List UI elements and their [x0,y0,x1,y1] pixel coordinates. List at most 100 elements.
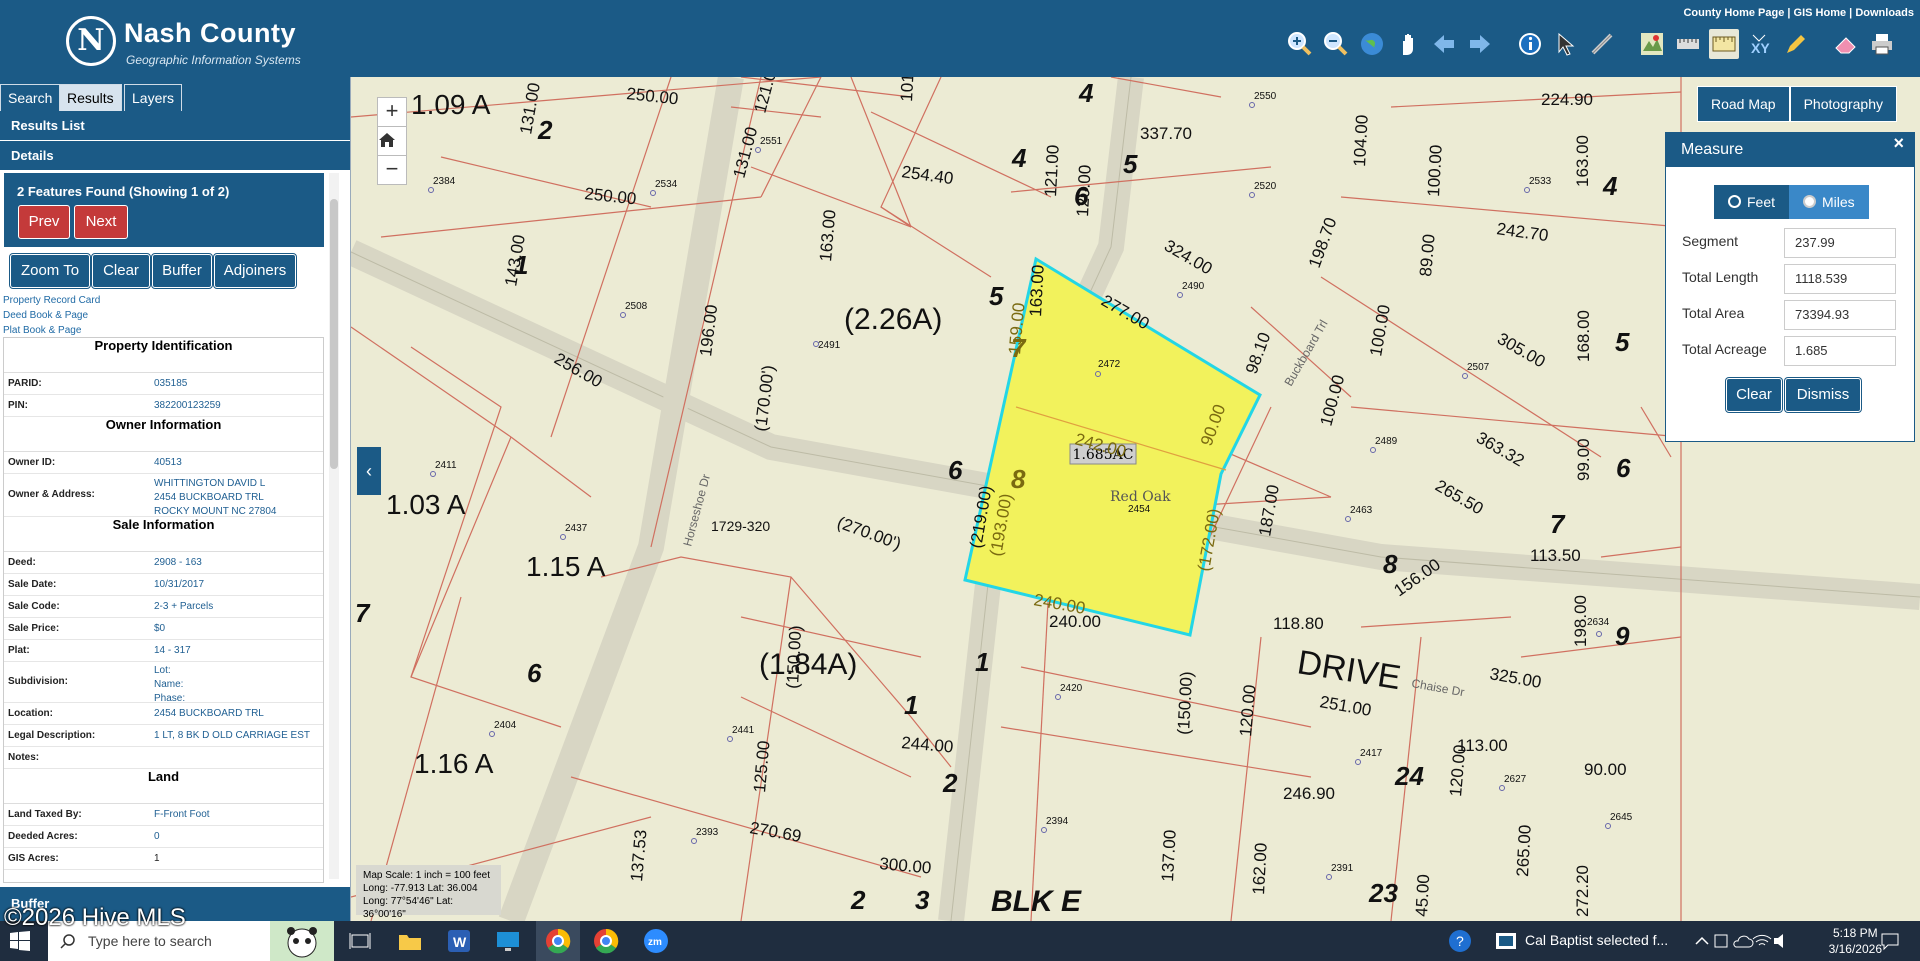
notification-text[interactable]: Cal Baptist selected f... [1525,932,1668,948]
owner-street: 2454 BUCKBOARD TRL [154,492,264,503]
identify-info-icon[interactable] [1515,29,1545,59]
downloads-link[interactable]: Downloads [1855,7,1914,19]
file-explorer-icon[interactable] [396,927,424,955]
svg-text:3: 3 [915,885,930,915]
plat-book-link[interactable]: Plat Book & Page [3,325,81,336]
property-record-card-link[interactable]: Property Record Card [3,295,100,306]
svg-text:7: 7 [355,598,371,628]
svg-text:5: 5 [1123,149,1138,179]
measure-icon[interactable] [1709,29,1739,59]
plat-value[interactable]: 14 - 317 [154,645,191,656]
map-legend-icon[interactable] [1637,29,1667,59]
svg-text:8: 8 [1383,549,1398,579]
details-scrollbar[interactable] [329,173,339,879]
lat-long-decimal: Long: -77.913 Lat: 36.004 [363,883,478,894]
notification-app-icon[interactable] [1492,927,1520,955]
clock[interactable]: 5:18 PM 3/16/2026 [1829,925,1882,957]
total-area-field[interactable]: 73394.93 [1784,300,1896,330]
miles-radio[interactable]: Miles [1789,185,1869,219]
scrollbar-thumb[interactable] [330,199,338,469]
svg-text:2490: 2490 [1182,281,1205,292]
back-arrow-icon[interactable] [1429,29,1459,59]
detail-row: Plat: 14 - 317 [4,640,323,662]
svg-text:2645: 2645 [1610,812,1633,823]
total-length-label: Total Length [1682,269,1759,285]
pencil-icon[interactable] [1781,29,1811,59]
tab-search[interactable]: Search [0,84,61,111]
deeded-acres-value: 0 [154,831,160,842]
draw-line-icon[interactable] [1587,29,1617,59]
measure-clear-button[interactable]: Clear [1726,378,1782,412]
parid-value[interactable]: 035185 [154,378,187,389]
owner-city: ROCKY MOUNT NC 27804 [154,506,277,517]
acre-label: 1.15 A [526,551,606,582]
zoom-out-button[interactable]: − [377,155,407,185]
zoom-in-icon[interactable] [1285,29,1315,59]
next-button[interactable]: Next [74,205,128,239]
windows-start-icon[interactable] [10,931,30,951]
buffer-button[interactable]: Buffer [152,254,212,288]
owner-id-value[interactable]: 40513 [154,457,182,468]
close-icon[interactable]: × [1893,133,1904,154]
zoom-app-icon[interactable]: zm [642,927,670,955]
svg-text:6: 6 [948,455,963,485]
task-view-icon[interactable] [346,927,374,955]
zoom-to-button[interactable]: Zoom To [10,254,90,288]
svg-text:2384: 2384 [433,176,456,187]
svg-text:137.00: 137.00 [1158,829,1180,882]
deed-value[interactable]: 2908 - 163 [154,557,202,568]
svg-text:2454: 2454 [1128,504,1151,515]
tab-results[interactable]: Results [59,84,122,111]
road-map-button[interactable]: Road Map [1697,86,1790,122]
zoom-out-icon[interactable] [1321,29,1351,59]
chrome-profile-icon[interactable] [592,927,620,955]
segment-field[interactable]: 237.99 [1784,228,1896,258]
xy-coordinates-icon[interactable]: XY [1745,29,1775,59]
clear-button[interactable]: Clear [92,254,150,288]
sale-price-label: Sale Price: [8,623,60,634]
measure-tape-icon[interactable] [1673,29,1703,59]
eraser-icon[interactable] [1831,29,1861,59]
feet-radio[interactable]: Feet [1714,185,1790,219]
dismiss-button[interactable]: Dismiss [1785,378,1861,412]
volume-icon[interactable] [1768,927,1796,955]
deed-book-link[interactable]: Deed Book & Page [3,310,88,321]
red-oak-label: Red Oak [1110,489,1171,505]
svg-text:89.00: 89.00 [1416,233,1439,277]
chrome-icon[interactable] [544,927,572,955]
globe-icon[interactable] [1357,29,1387,59]
land-taxed-value: F-Front Foot [154,809,210,820]
pan-hand-icon[interactable] [1393,29,1423,59]
help-icon[interactable]: ? [1446,927,1474,955]
watermark: ©2026 Hive MLS [4,904,186,931]
svg-text:2: 2 [850,885,866,915]
county-home-link[interactable]: County Home Page [1683,7,1784,19]
photography-button[interactable]: Photography [1789,86,1897,122]
tab-layers[interactable]: Layers [124,84,183,111]
adjoiners-button[interactable]: Adjoiners [214,254,296,288]
total-length-field[interactable]: 1118.539 [1784,264,1896,294]
owner-address-label: Owner & Address: [8,489,95,500]
total-acreage-label: Total Acreage [1682,341,1767,357]
details-header[interactable]: Details [0,141,350,170]
results-list-header[interactable]: Results List [0,111,350,140]
acreage-labels: 1.09 A 1.03 A 1.15 A 1.16 A (2.26A) (1.8… [386,89,1403,918]
logo[interactable]: N [66,16,116,66]
home-button[interactable] [377,126,407,156]
monitor-app-icon[interactable] [494,927,522,955]
collapse-panel-button[interactable]: ‹ [357,447,381,495]
gis-home-link[interactable]: GIS Home [1794,7,1847,19]
print-icon[interactable] [1867,29,1897,59]
svg-text:224.90: 224.90 [1541,90,1593,109]
svg-text:272.20: 272.20 [1573,865,1592,917]
select-pointer-icon[interactable] [1551,29,1581,59]
map-view[interactable]: Horseshoe Dr Buckboard Trl Chaise Dr 1.0… [351,77,1920,921]
notification-center-icon[interactable] [1876,927,1904,955]
total-acreage-field[interactable]: 1.685 [1784,336,1896,366]
pin-value[interactable]: 382200123259 [154,400,221,411]
forward-arrow-icon[interactable] [1465,29,1495,59]
prev-button[interactable]: Prev [18,205,70,239]
zoom-in-button[interactable]: + [377,97,407,127]
deed-label: Deed: [8,557,36,568]
word-icon[interactable]: W [445,927,473,955]
